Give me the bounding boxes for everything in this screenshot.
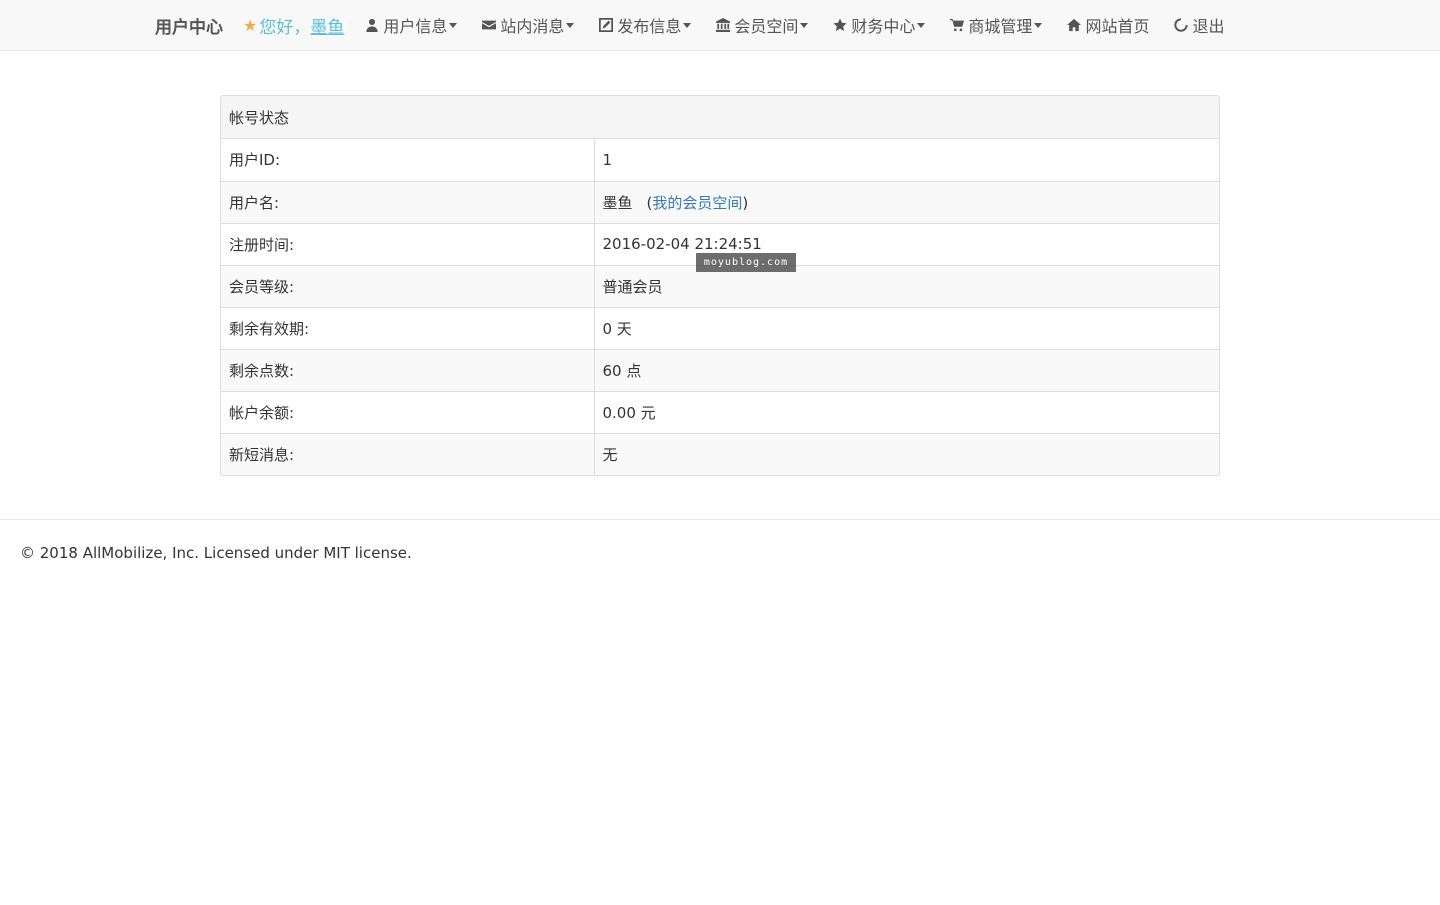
paren-close: ) xyxy=(742,193,749,212)
footer: © 2018 AllMobilize, Inc. Licensed under … xyxy=(0,519,1440,562)
watermark: moyublog.com xyxy=(696,253,796,272)
username-link[interactable]: 墨鱼 xyxy=(310,13,344,38)
row-label: 注册时间: xyxy=(221,222,595,265)
greeting-text: 您好， xyxy=(259,17,311,38)
table-row: 剩余点数: 60 点 xyxy=(221,348,1219,391)
nav-logout-label: 退出 xyxy=(1192,17,1225,36)
my-member-space-link[interactable]: 我的会员空间 xyxy=(652,194,742,212)
table-row: 剩余有效期: 0 天 xyxy=(221,306,1219,349)
row-value: 0.00 元 xyxy=(594,390,1219,433)
table-row: 新短消息: 无 xyxy=(221,432,1219,475)
nav-user-info-label: 用户信息 xyxy=(383,17,448,36)
caret-down-icon xyxy=(1034,22,1043,28)
nav-brand[interactable]: 用户中心 xyxy=(155,13,223,38)
row-value: 普通会员 xyxy=(594,264,1219,307)
top-navbar: 用户中心 ★ 您好， 墨鱼 用户信息 站内消息 发布信息 会员空间 财务中心 商… xyxy=(0,0,1440,51)
row-value: 1 xyxy=(602,150,613,169)
nav-shop-label: 商城管理 xyxy=(968,17,1033,36)
nav-member-space-label: 会员空间 xyxy=(734,17,799,36)
account-status-panel: 帐号状态 用户ID: 1 用户名: 墨鱼 (我的会员空间) 注册时间: 2016-… xyxy=(220,95,1220,476)
row-value: 0 天 xyxy=(594,306,1219,349)
nav-finance[interactable]: 财务中心 xyxy=(832,13,926,37)
home-icon xyxy=(1066,17,1082,33)
power-icon xyxy=(1173,17,1189,33)
cart-icon xyxy=(949,17,965,33)
nav-shop[interactable]: 商城管理 xyxy=(949,13,1043,37)
nav-publish[interactable]: 发布信息 xyxy=(598,13,692,37)
caret-down-icon xyxy=(566,22,575,28)
row-label: 用户ID: xyxy=(221,139,595,181)
nav-home-label: 网站首页 xyxy=(1085,17,1150,36)
nav-user-info[interactable]: 用户信息 xyxy=(364,13,458,37)
user-icon xyxy=(364,17,380,33)
edit-icon xyxy=(598,17,614,33)
nav-publish-label: 发布信息 xyxy=(617,17,682,36)
nav-logout[interactable]: 退出 xyxy=(1173,13,1224,37)
row-label: 新短消息: xyxy=(221,432,595,475)
row-label: 会员等级: xyxy=(221,264,595,307)
nav-home[interactable]: 网站首页 xyxy=(1066,13,1149,37)
footer-text: © 2018 AllMobilize, Inc. Licensed under … xyxy=(20,544,412,562)
caret-down-icon xyxy=(449,22,458,28)
table-row: 帐户余额: 0.00 元 xyxy=(221,390,1219,433)
caret-down-icon xyxy=(800,22,809,28)
row-value: 无 xyxy=(594,432,1219,475)
row-label: 用户名: xyxy=(221,180,595,223)
account-status-table: 用户ID: 1 用户名: 墨鱼 (我的会员空间) 注册时间: 2016-02-04… xyxy=(221,139,1219,475)
row-value: 2016-02-04 21:24:51 xyxy=(594,222,1219,265)
username-value: 墨鱼 xyxy=(602,193,633,212)
envelope-icon xyxy=(481,17,497,33)
nav-messages[interactable]: 站内消息 xyxy=(481,13,575,37)
greeting: ★ 您好， 墨鱼 xyxy=(243,13,344,38)
caret-down-icon xyxy=(917,22,926,28)
table-row: 用户ID: 1 xyxy=(221,139,1219,181)
panel-title: 帐号状态 xyxy=(221,96,1219,139)
row-label: 剩余点数: xyxy=(221,348,595,391)
bank-icon xyxy=(715,17,731,33)
star-icon xyxy=(832,17,848,33)
caret-down-icon xyxy=(683,22,692,28)
nav-finance-label: 财务中心 xyxy=(851,17,916,36)
star-icon: ★ xyxy=(243,15,258,35)
row-label: 帐户余额: xyxy=(221,390,595,433)
table-row: 用户名: 墨鱼 (我的会员空间) xyxy=(221,180,1219,223)
nav-member-space[interactable]: 会员空间 xyxy=(715,13,809,37)
nav-inner: 用户中心 ★ 您好， 墨鱼 用户信息 站内消息 发布信息 会员空间 财务中心 商… xyxy=(155,0,1224,50)
nav-messages-label: 站内消息 xyxy=(500,17,565,36)
row-value: 60 点 xyxy=(594,348,1219,391)
row-label: 剩余有效期: xyxy=(221,306,595,349)
row-value-username: 墨鱼 (我的会员空间) xyxy=(594,180,1219,223)
